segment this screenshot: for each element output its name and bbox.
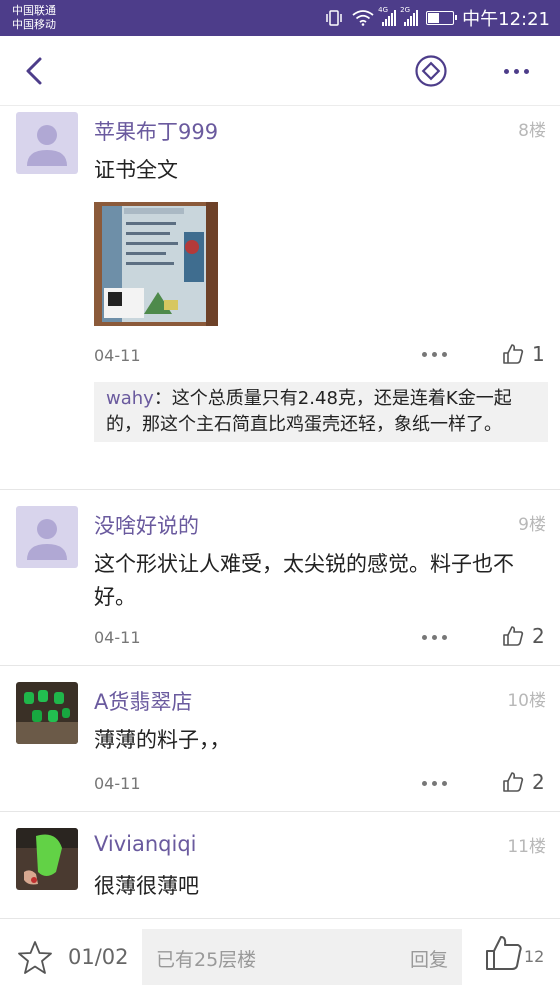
post-content: 证书全文: [94, 158, 178, 182]
floor-number: 11楼: [507, 837, 546, 857]
thumbs-up-icon[interactable]: [484, 933, 524, 973]
star-icon[interactable]: [16, 939, 54, 977]
avatar[interactable]: [16, 828, 78, 890]
page-indicator[interactable]: 01/02: [68, 945, 129, 969]
avatar[interactable]: [16, 506, 78, 568]
wifi-icon: [352, 10, 374, 26]
like-button[interactable]: 1: [502, 342, 545, 366]
floor-number: 9楼: [518, 515, 546, 535]
username[interactable]: 苹果布丁999: [94, 116, 218, 146]
default-avatar-icon: [27, 125, 67, 166]
post-content: 薄薄的料子，，: [94, 728, 231, 752]
reply-input[interactable]: 已有25层楼 回复: [142, 929, 462, 985]
post-date: 04-11: [94, 774, 141, 793]
status-bar: 中国联通 中国移动 4G 2G 中午12:21: [0, 0, 560, 36]
certificate-image: [94, 202, 218, 326]
diamond-icon[interactable]: [414, 54, 448, 88]
like-count: 2: [532, 624, 545, 648]
post-floor-10: A货翡翠店 10楼 薄薄的料子，， 04-11 2: [0, 666, 560, 812]
post-content: 很薄很薄吧: [94, 874, 199, 898]
signal-2-icon: 2G: [400, 6, 419, 26]
total-like-count: 12: [524, 947, 545, 966]
post-date: 04-11: [94, 628, 141, 647]
carrier-2: 中国移动: [12, 18, 56, 31]
network-type-1: 4G: [378, 6, 389, 14]
floor-number: 10楼: [507, 691, 546, 711]
post-floor-8: 苹果布丁999 8楼 证书全文 04-11 1 wahy：这个总质量只有2.48…: [0, 106, 560, 490]
avatar[interactable]: [16, 112, 78, 174]
post-content: 这个形状让人难受，太尖锐的感觉。料子也不好。: [94, 552, 514, 609]
username[interactable]: 没啥好说的: [94, 510, 199, 540]
like-count: 2: [532, 770, 545, 794]
thumbs-up-icon: [503, 626, 524, 646]
chevron-left-icon[interactable]: [18, 54, 52, 88]
post-floor-11: Vivianqiqi 11楼 很薄很薄吧: [0, 812, 560, 918]
carrier-info: 中国联通 中国移动: [12, 4, 56, 32]
clock: 中午12:21: [462, 9, 550, 30]
carrier-1: 中国联通: [12, 4, 56, 17]
reply-text: ：这个总质量只有2.48克，还是连着K金一起的，那这个主石简直比鸡蛋壳还轻，象纸…: [106, 388, 512, 435]
more-icon[interactable]: [496, 54, 536, 88]
reply-placeholder: 已有25层楼: [156, 949, 257, 971]
thumbs-up-icon: [503, 344, 524, 364]
more-options-icon[interactable]: [422, 352, 447, 357]
like-count: 1: [532, 342, 545, 366]
more-options-icon[interactable]: [422, 635, 447, 640]
default-avatar-icon: [27, 519, 67, 560]
post-date: 04-11: [94, 346, 141, 365]
vibrate-icon: [326, 10, 342, 26]
like-button[interactable]: 2: [502, 770, 545, 794]
more-options-icon[interactable]: [422, 781, 447, 786]
post-floor-9: 没啥好说的 9楼 这个形状让人难受，太尖锐的感觉。料子也不好。 04-11 2: [0, 490, 560, 666]
reply-button[interactable]: 回复: [410, 945, 448, 972]
network-type-2: 2G: [400, 6, 411, 14]
avatar[interactable]: [16, 682, 78, 744]
battery-icon: [426, 11, 458, 25]
top-nav-bar: [0, 36, 560, 106]
floor-number: 8楼: [518, 121, 546, 141]
jade-avatar-image: [16, 682, 78, 744]
like-button[interactable]: 2: [502, 624, 545, 648]
username[interactable]: Vivianqiqi: [94, 832, 197, 856]
bottom-bar: 01/02 已有25层楼 回复 12: [0, 918, 560, 996]
reply-preview[interactable]: wahy：这个总质量只有2.48克，还是连着K金一起的，那这个主石简直比鸡蛋壳还…: [94, 382, 548, 442]
jade-pendant-avatar-image: [16, 828, 78, 890]
reply-username[interactable]: wahy: [106, 388, 154, 409]
certificate-photo[interactable]: [94, 202, 218, 326]
username[interactable]: A货翡翠店: [94, 686, 192, 716]
thumbs-up-icon: [503, 772, 524, 792]
status-icons: 4G 2G 中午12:21: [324, 0, 550, 36]
signal-1-icon: 4G: [378, 6, 397, 26]
